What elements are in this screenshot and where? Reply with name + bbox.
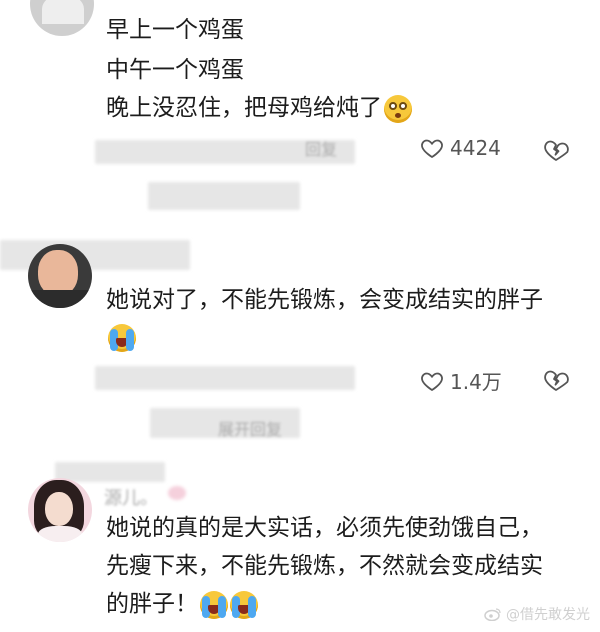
blurred-username-bar (55, 462, 165, 482)
dazed-face-emoji (384, 94, 412, 123)
watermark: @借先敢发光 (484, 604, 590, 624)
dislike-icon[interactable] (542, 366, 570, 392)
comment-1-line-3-text: 晚上没忍住，把母鸡给炖了 (106, 95, 382, 121)
comment-3-line-1: 她说的真的是大实话，必须先使劲饿自己， (106, 515, 543, 541)
blurred-reply-preview-2 (148, 182, 300, 210)
comment-3-line-3: 的胖子！ (106, 585, 258, 623)
weibo-icon (484, 608, 501, 621)
comment-1-line-2: 中午一个鸡蛋 (106, 57, 244, 83)
like-count: 4424 (450, 136, 501, 160)
comment-1-line-1: 早上一个鸡蛋 (106, 17, 244, 43)
comment-2-line-1: 她说对了，不能先锻炼，会变成结实的胖子 (106, 287, 543, 313)
crying-laughing-emoji (200, 590, 228, 619)
heart-icon (421, 372, 443, 391)
blurred-badge (168, 486, 186, 500)
like-button[interactable]: 1.4万 (420, 366, 502, 395)
blurred-reply-preview (95, 366, 355, 390)
username[interactable]: 源儿。 (104, 484, 158, 510)
blurred-expand-link[interactable]: 展开回复 (218, 416, 282, 440)
comment-3-line-2: 先瘦下来，不能先锻炼，不然就会变成结实 (106, 553, 543, 579)
like-button[interactable]: 4424 (420, 136, 501, 160)
comment-1-line-3: 晚上没忍住，把母鸡给炖了 (106, 89, 412, 127)
comment-3-line-3-text: 的胖子！ (106, 591, 198, 617)
crying-laughing-emoji (230, 590, 258, 619)
avatar[interactable] (28, 244, 92, 308)
crying-laughing-emoji (108, 324, 136, 352)
blurred-reply-label: 回复 (305, 140, 338, 159)
avatar[interactable] (30, 0, 94, 36)
watermark-text: @借先敢发光 (506, 607, 590, 623)
heart-icon (421, 139, 443, 159)
dislike-icon[interactable] (542, 136, 570, 162)
like-count: 1.4万 (450, 370, 502, 394)
avatar[interactable] (28, 478, 92, 542)
